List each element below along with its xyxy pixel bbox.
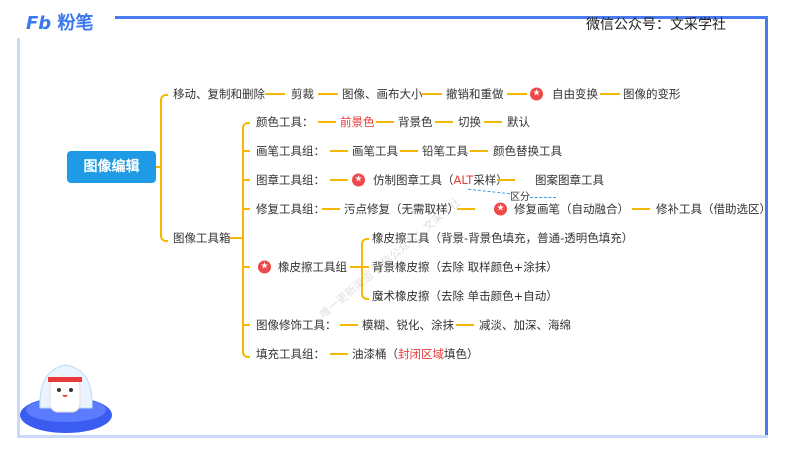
node-switch[interactable]: 切换 xyxy=(458,115,481,129)
retouch-label[interactable]: 图像修饰工具： xyxy=(256,318,337,332)
node-color-replace[interactable]: 颜色替换工具 xyxy=(493,144,562,158)
connector xyxy=(243,179,250,181)
bracket-eraser xyxy=(361,238,369,300)
logo-text: 粉笔 xyxy=(57,13,94,34)
connector xyxy=(243,324,250,326)
node-free-transform[interactable]: 自由变换 xyxy=(552,87,598,101)
connector xyxy=(322,208,340,210)
connector xyxy=(507,93,527,95)
heal-group-label[interactable]: 修复工具组： xyxy=(256,202,325,216)
color-tools-label[interactable]: 颜色工具： xyxy=(256,115,314,129)
logo: Fb 粉笔 xyxy=(26,13,94,34)
star-icon: ★ xyxy=(352,173,365,187)
connector xyxy=(330,150,348,152)
connector xyxy=(484,121,502,123)
dashed-link xyxy=(468,188,510,195)
connector xyxy=(330,353,348,355)
connector xyxy=(265,93,285,95)
node-spot-heal[interactable]: 污点修复（无需取样） xyxy=(344,202,459,216)
bracket-level2 xyxy=(242,122,250,358)
connector xyxy=(632,208,650,210)
node-blur[interactable]: 模糊、锐化、涂抹 xyxy=(362,318,454,332)
bracket-level1 xyxy=(160,94,168,242)
node-eraser[interactable]: 橡皮擦工具（背景-背景色填充，普通-透明色填充） xyxy=(372,231,633,245)
connector xyxy=(400,150,418,152)
dashed-link xyxy=(530,197,556,198)
connector xyxy=(497,179,515,181)
connector xyxy=(457,208,475,210)
node-paint-bucket[interactable]: 油漆桶（封闭区域填色） xyxy=(352,347,479,361)
connector xyxy=(376,121,394,123)
connector xyxy=(340,324,358,326)
connector xyxy=(243,150,250,152)
connector xyxy=(470,150,488,152)
node-default[interactable]: 默认 xyxy=(507,115,530,129)
node-background[interactable]: 背景色 xyxy=(398,115,433,129)
node-pattern-stamp[interactable]: 图案图章工具 xyxy=(535,173,604,187)
node-magic-eraser[interactable]: 魔术橡皮擦（去除 单击颜色+自动） xyxy=(372,289,558,303)
connector xyxy=(422,93,442,95)
node-warp[interactable]: 图像的变形 xyxy=(623,87,681,101)
connector xyxy=(318,93,338,95)
eraser-group-label[interactable]: 橡皮擦工具组 xyxy=(278,260,347,274)
node-crop[interactable]: 剪裁 xyxy=(291,87,314,101)
stamp-group-label[interactable]: 图章工具组： xyxy=(256,173,325,187)
connector xyxy=(362,266,369,268)
fill-group-label[interactable]: 填充工具组： xyxy=(256,347,325,361)
mascot-illustration xyxy=(20,364,112,433)
account-label: 微信公众号：文采学社 xyxy=(586,17,726,33)
connector xyxy=(243,266,250,268)
connector xyxy=(435,121,453,123)
node-pencil[interactable]: 铅笔工具 xyxy=(422,144,468,158)
frame-right xyxy=(765,16,768,438)
frame-bottom xyxy=(17,435,768,438)
node-patch[interactable]: 修补工具（借助选区） xyxy=(656,202,771,216)
node-undo[interactable]: 撤销和重做 xyxy=(446,87,504,101)
node-canvas-size[interactable]: 图像、画布大小 xyxy=(342,87,423,101)
star-icon: ★ xyxy=(494,202,507,216)
connector xyxy=(600,93,620,95)
root-node[interactable]: 图像编辑 xyxy=(67,151,156,183)
connector xyxy=(243,208,250,210)
node-brush[interactable]: 画笔工具 xyxy=(352,144,398,158)
connector xyxy=(456,324,474,326)
node-dodge[interactable]: 减淡、加深、海绵 xyxy=(479,318,571,332)
branch-move[interactable]: 移动、复制和删除 xyxy=(173,87,265,101)
star-icon: ★ xyxy=(258,260,271,274)
brush-group-label[interactable]: 画笔工具组： xyxy=(256,144,325,158)
connector xyxy=(330,179,348,181)
star-icon: ★ xyxy=(530,87,543,101)
node-bg-eraser[interactable]: 背景橡皮擦（去除 取样颜色+涂抹） xyxy=(372,260,558,274)
node-healing-brush[interactable]: 修复画笔（自动融合） xyxy=(514,202,629,216)
node-clone-stamp[interactable]: 仿制图章工具（ALT采样） xyxy=(373,173,508,187)
node-foreground[interactable]: 前景色 xyxy=(340,115,375,129)
connector xyxy=(318,121,336,123)
distinguish-label: 区分 xyxy=(510,192,530,203)
branch-toolbox[interactable]: 图像工具箱 xyxy=(173,231,231,245)
